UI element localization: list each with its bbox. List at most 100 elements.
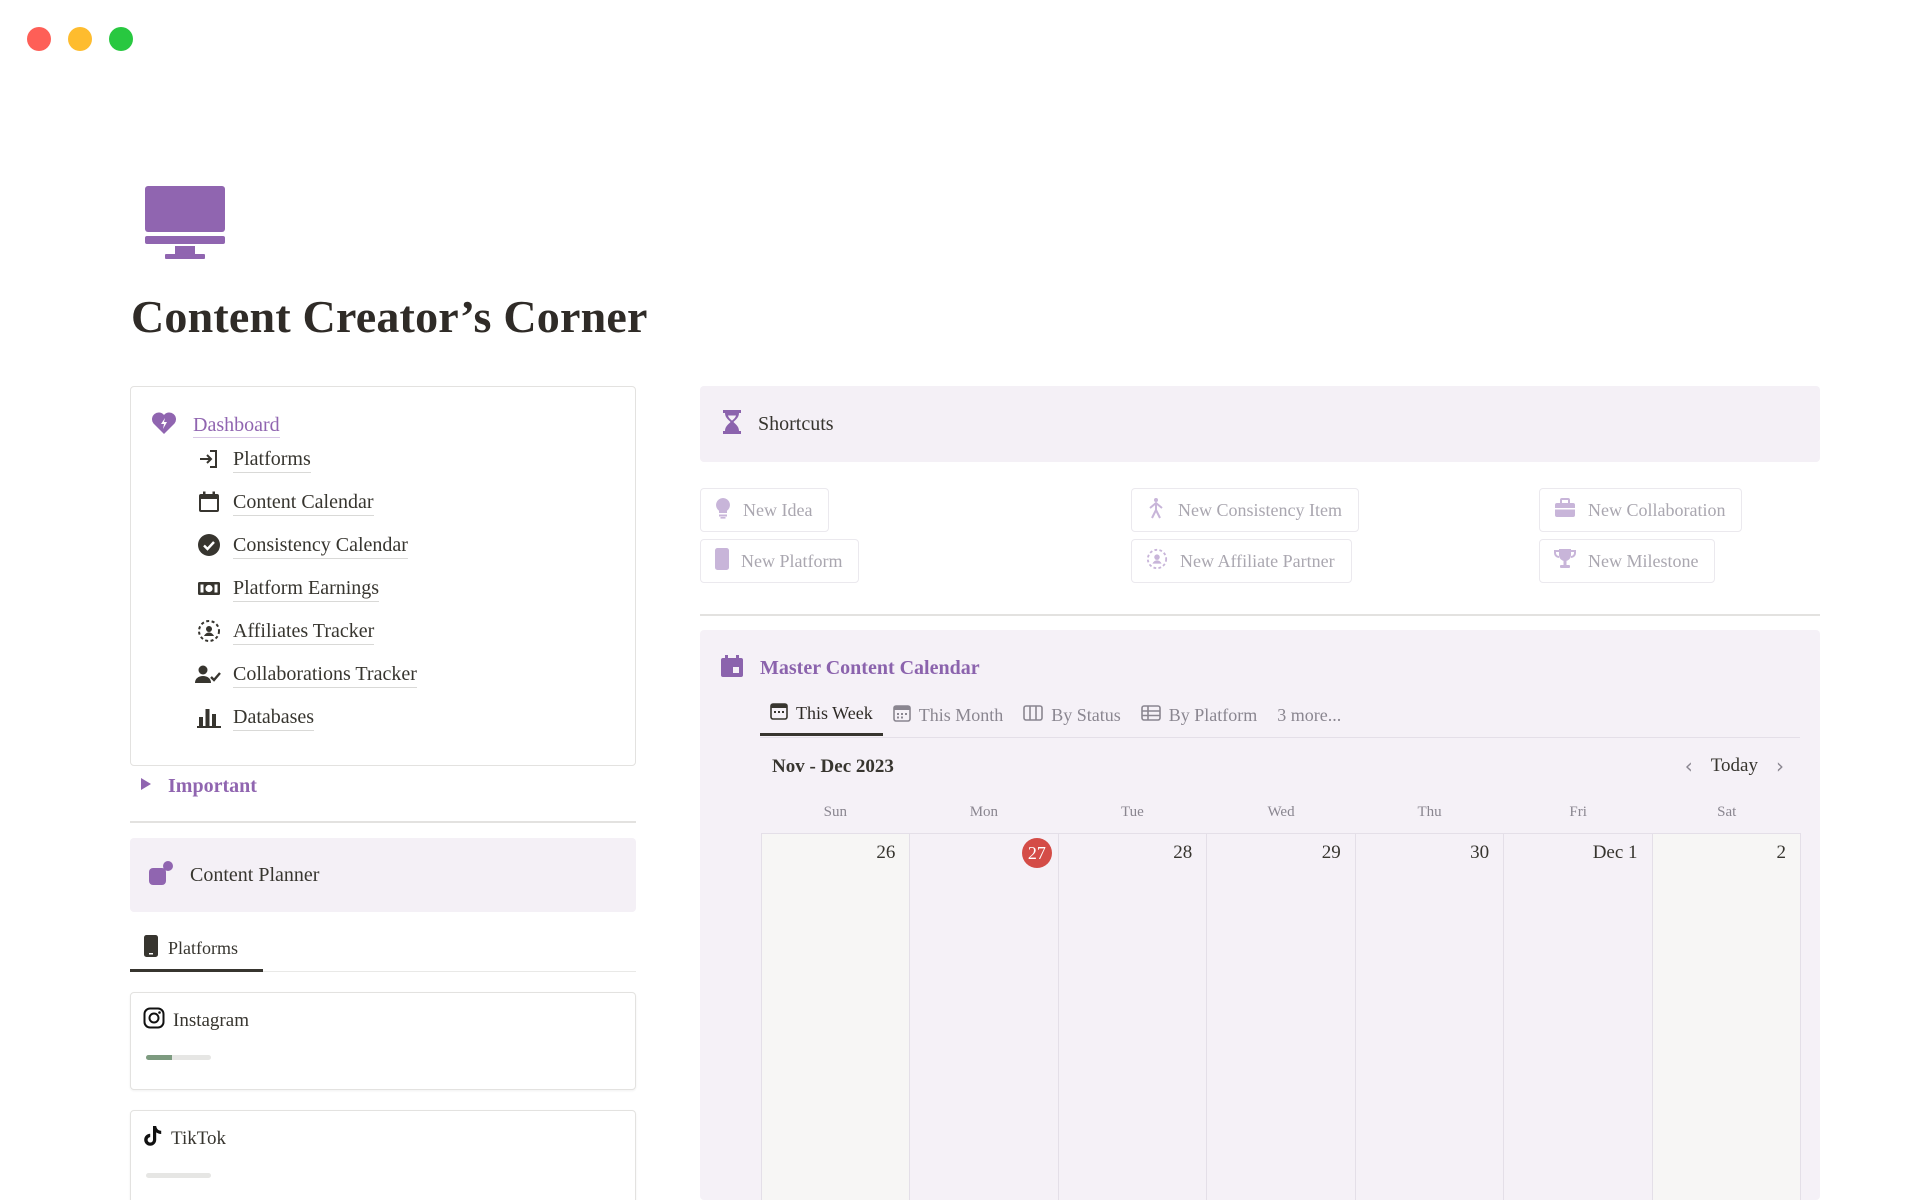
- master-content-calendar: Master Content Calendar This Week This M…: [700, 630, 1820, 1200]
- desktop-computer-icon[interactable]: [143, 186, 227, 266]
- more-views-button[interactable]: 3 more...: [1267, 694, 1351, 736]
- toc-item-platforms[interactable]: Platforms: [195, 445, 311, 473]
- day-number: Dec 1: [1592, 842, 1638, 863]
- content-planner-label: Content Planner: [190, 863, 320, 886]
- tab-label: By Status: [1051, 704, 1121, 725]
- briefcase-icon: [1554, 497, 1576, 523]
- button-label: New Collaboration: [1588, 499, 1726, 520]
- toc-item-consistency-calendar[interactable]: Consistency Calendar: [195, 531, 408, 559]
- important-toggle[interactable]: Important: [140, 775, 257, 798]
- toc-item-label: Platform Earnings: [233, 575, 380, 602]
- trophy-icon: [1554, 548, 1576, 575]
- window-controls: [27, 27, 133, 51]
- lightbulb-icon: [715, 497, 731, 524]
- week-row: 26 27 28 29 30 Dec 1 2: [761, 833, 1801, 1200]
- check-circle-icon: [195, 531, 223, 559]
- progress-fill: [146, 1055, 172, 1060]
- tab-by-platform[interactable]: By Platform: [1131, 694, 1268, 736]
- toc-item-collaborations-tracker[interactable]: Collaborations Tracker: [195, 660, 417, 688]
- day-cell[interactable]: 26: [762, 834, 911, 1200]
- toc-item-label: Platforms: [233, 446, 311, 473]
- weekday-label: Thu: [1417, 804, 1442, 820]
- calendar-grid: Sun Mon Tue Wed Thu Fri Sat 26 27 28 29 …: [761, 795, 1801, 1200]
- weekday-label: Fri: [1569, 804, 1587, 820]
- card-title: TikTok: [171, 1127, 226, 1149]
- toc-item-label: Databases: [233, 704, 315, 731]
- tab-this-month[interactable]: This Month: [883, 694, 1014, 736]
- day-cell[interactable]: Dec 1: [1504, 834, 1653, 1200]
- day-cell[interactable]: 2: [1652, 834, 1801, 1200]
- new-consistency-item-button[interactable]: New Consistency Item: [1131, 488, 1359, 532]
- bar-chart-icon: [195, 703, 223, 731]
- today-button[interactable]: Today: [1711, 755, 1758, 777]
- toc-item-platform-earnings[interactable]: Platform Earnings: [195, 574, 380, 602]
- tab-platforms[interactable]: Platforms: [130, 928, 263, 972]
- button-label: New Affiliate Partner: [1180, 550, 1335, 571]
- calendar-icon: [195, 488, 223, 516]
- day-number: 28: [1173, 842, 1193, 863]
- day-number: 27: [1021, 838, 1052, 868]
- money-icon: [195, 574, 223, 602]
- important-label: Important: [168, 775, 257, 797]
- calendar-view-tabs: This Week This Month By Status By Platfo…: [760, 694, 1351, 736]
- button-label: New Platform: [741, 550, 843, 571]
- tab-label: By Platform: [1168, 704, 1258, 725]
- page-title: Content Creator’s Corner: [131, 291, 648, 342]
- new-collaboration-button[interactable]: New Collaboration: [1539, 488, 1743, 532]
- day-number: 2: [1776, 842, 1786, 863]
- platform-card-instagram[interactable]: Instagram: [130, 992, 636, 1090]
- tab-this-week[interactable]: This Week: [760, 694, 883, 736]
- new-platform-button[interactable]: New Platform: [700, 539, 860, 583]
- toc-item-databases[interactable]: Databases: [195, 703, 315, 731]
- shapes-icon: [148, 860, 174, 891]
- calendar-title: Master Content Calendar: [760, 657, 980, 679]
- phone-icon: [144, 935, 158, 962]
- calendar-icon: [892, 704, 911, 727]
- day-number: 26: [876, 842, 896, 863]
- tab-label: This Week: [796, 703, 873, 723]
- day-cell[interactable]: 27: [910, 834, 1059, 1200]
- new-affiliate-partner-button[interactable]: New Affiliate Partner: [1131, 539, 1352, 583]
- shortcuts-title: Shortcuts: [758, 412, 834, 435]
- weekday-label: Mon: [969, 804, 999, 820]
- chevron-right-icon[interactable]: ›: [1776, 754, 1784, 778]
- instagram-icon: [143, 1007, 165, 1034]
- toc-item-affiliates-tracker[interactable]: Affiliates Tracker: [195, 617, 375, 645]
- toc-item-content-calendar[interactable]: Content Calendar: [195, 488, 374, 516]
- triangle-right-icon: [140, 777, 152, 796]
- zoom-window-button[interactable]: [109, 27, 133, 51]
- day-cell[interactable]: 28: [1058, 834, 1208, 1200]
- weekday-label: Sat: [1717, 804, 1737, 820]
- toc-item-label: Collaborations Tracker: [233, 661, 417, 688]
- platform-card-tiktok[interactable]: TikTok: [130, 1110, 636, 1200]
- divider: [130, 821, 636, 823]
- table-icon: [1140, 704, 1161, 727]
- tiktok-icon: [143, 1125, 163, 1152]
- day-cell[interactable]: 29: [1207, 834, 1356, 1200]
- calendar-header[interactable]: Master Content Calendar: [720, 654, 980, 683]
- button-label: New Consistency Item: [1178, 499, 1342, 520]
- hourglass-icon: [722, 409, 742, 439]
- day-number: 30: [1470, 842, 1490, 863]
- button-label: New Milestone: [1588, 550, 1699, 571]
- toc-item-label: Consistency Calendar: [233, 532, 408, 559]
- close-window-button[interactable]: [27, 27, 51, 51]
- button-label: New Idea: [743, 499, 813, 520]
- toc-item-label: Affiliates Tracker: [233, 618, 375, 645]
- navigation-box: Dashboard Platforms Content Calendar Con…: [130, 386, 636, 766]
- dashed-circle-user-icon: [195, 617, 223, 645]
- day-number: 29: [1321, 842, 1341, 863]
- new-idea-button[interactable]: New Idea: [700, 488, 830, 532]
- card-title: Instagram: [173, 1009, 249, 1031]
- day-cell[interactable]: 30: [1355, 834, 1505, 1200]
- dashboard-label: Dashboard: [193, 414, 280, 438]
- tab-by-status[interactable]: By Status: [1013, 694, 1131, 736]
- dashed-circle-user-icon: [1146, 548, 1168, 575]
- dashboard-link[interactable]: Dashboard: [151, 411, 280, 440]
- weekday-label: Tue: [1121, 804, 1144, 820]
- chevron-left-icon[interactable]: ‹: [1685, 754, 1693, 778]
- new-milestone-button[interactable]: New Milestone: [1539, 539, 1716, 583]
- calendar-navigation: ‹ Today ›: [1685, 754, 1784, 778]
- weekday-label: Sun: [823, 804, 847, 820]
- minimize-window-button[interactable]: [68, 27, 92, 51]
